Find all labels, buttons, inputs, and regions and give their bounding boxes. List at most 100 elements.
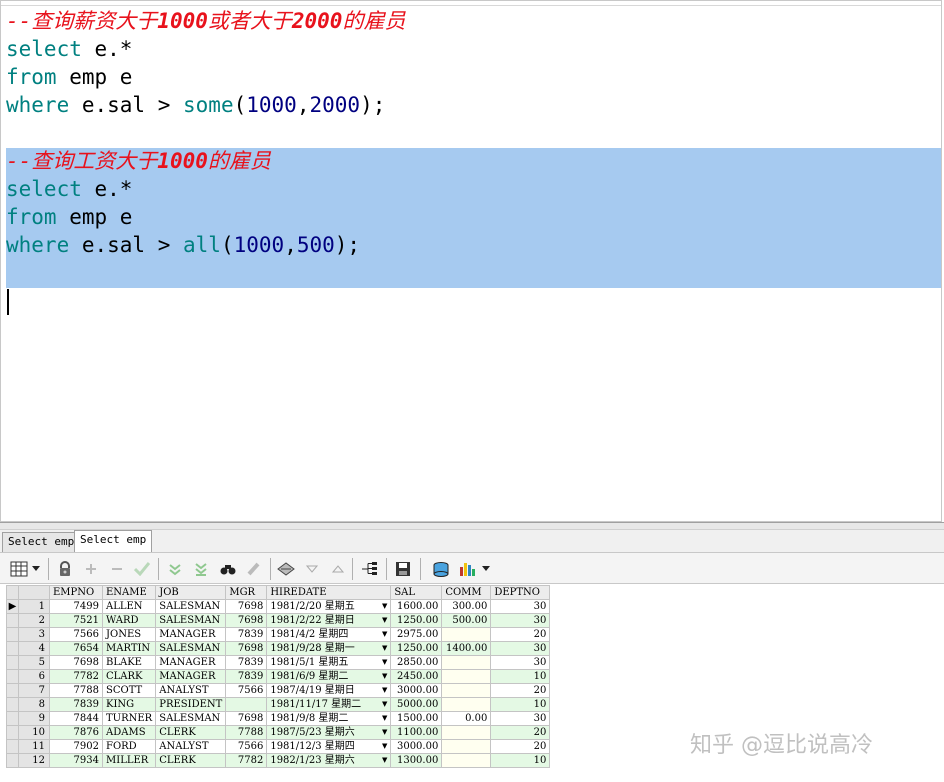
cell-job[interactable]: MANAGER [155,655,227,670]
cell-empno[interactable]: 7566 [49,627,103,642]
cell-mgr[interactable]: 7698 [225,641,268,656]
filter-icon[interactable] [277,560,295,578]
cell-deptno[interactable]: 30 [490,641,551,656]
cell-deptno[interactable]: 10 [490,669,551,684]
chevron-down-icon[interactable]: ▼ [382,671,387,683]
cell-ename[interactable]: ALLEN [101,599,157,614]
cell-ename[interactable]: ADAMS [101,725,157,740]
row-number[interactable]: 1 [18,599,50,614]
cell-sal[interactable]: 1100.00 [390,725,443,740]
cell-hiredate[interactable]: 1987/4/19 星期日 ▼ [266,683,392,698]
chevron-down-icon[interactable]: ▼ [382,643,387,655]
cell-mgr[interactable]: 7698 [225,711,268,726]
chevron-down-icon[interactable]: ▼ [382,685,387,697]
cell-ename[interactable]: KING [101,697,157,712]
cell-ename[interactable]: MILLER [101,753,157,768]
cell-mgr[interactable]: 7782 [225,753,268,768]
dropdown-arrow-icon[interactable] [480,560,492,578]
dropdown-arrow-icon[interactable] [30,560,42,578]
table-row[interactable]: 6 7782 CLARK MANAGER 7839 1981/6/9 星期二 ▼ 2450.0… [6,669,551,684]
chevron-down-icon[interactable]: ▼ [382,601,387,613]
tab-select-emp-1[interactable]: Select emp [2,532,81,552]
cell-empno[interactable]: 7839 [49,697,103,712]
cell-sal[interactable]: 1600.00 [390,599,443,614]
cell-deptno[interactable]: 10 [490,753,551,768]
chevron-down-icon[interactable]: ▼ [382,741,387,753]
cell-ename[interactable]: MARTIN [101,641,157,656]
cell-ename[interactable]: FORD [101,739,157,754]
row-number[interactable]: 9 [18,711,50,726]
cell-ename[interactable]: TURNER [101,711,157,726]
cell-mgr[interactable] [225,697,268,712]
cell-sal[interactable]: 2975.00 [390,627,443,642]
chevron-down-icon[interactable]: ▼ [382,727,387,739]
export-icon[interactable] [432,560,450,578]
column-header-mgr[interactable]: MGR [225,585,268,600]
cell-deptno[interactable]: 20 [490,683,551,698]
cell-mgr[interactable]: 7566 [225,683,268,698]
row-number[interactable]: 12 [18,753,50,768]
cell-deptno[interactable]: 20 [490,739,551,754]
cell-hiredate[interactable]: 1981/12/3 星期四 ▼ [266,739,392,754]
cell-job[interactable]: SALESMAN [155,613,227,628]
table-row[interactable]: 7 7788 SCOTT ANALYST 7566 1987/4/19 星期日 ▼ 3000.… [6,683,551,698]
find-icon[interactable] [219,560,237,578]
cell-hiredate[interactable]: 1981/11/17 星期二 ▼ [266,697,392,712]
cell-mgr[interactable]: 7788 [225,725,268,740]
cell-mgr[interactable]: 7698 [225,599,268,614]
cell-deptno[interactable]: 30 [490,599,551,614]
table-row[interactable]: 5 7698 BLAKE MANAGER 7839 1981/5/1 星期五 ▼ 2850.0… [6,655,551,670]
lock-icon[interactable] [56,560,74,578]
cell-sal[interactable]: 1300.00 [390,753,443,768]
table-row[interactable]: 8 7839 KING PRESIDENT 1981/11/17 星期二 ▼ 5000.00… [6,697,551,712]
cell-deptno[interactable]: 10 [490,697,551,712]
cell-hiredate[interactable]: 1981/6/9 星期二 ▼ [266,669,392,684]
row-number[interactable]: 4 [18,641,50,656]
cell-empno[interactable]: 7902 [49,739,103,754]
cell-hiredate[interactable]: 1981/4/2 星期四 ▼ [266,627,392,642]
chevron-down-icon[interactable]: ▼ [382,629,387,641]
cell-hiredate[interactable]: 1981/2/20 星期五 ▼ [266,599,392,614]
cell-empno[interactable]: 7782 [49,669,103,684]
table-row[interactable]: 2 7521 WARD SALESMAN 7698 1981/2/22 星期日 ▼ 1250.… [6,613,551,628]
next-page-icon[interactable] [166,560,184,578]
cell-job[interactable]: CLERK [155,725,227,740]
cell-job[interactable]: PRESIDENT [155,697,227,712]
delete-record-icon[interactable] [108,560,126,578]
chevron-down-icon[interactable]: ▼ [382,657,387,669]
column-header-empno[interactable]: EMPNO [49,585,103,600]
pane-splitter[interactable] [0,522,944,530]
cell-sal[interactable]: 2850.00 [390,655,443,670]
post-check-icon[interactable] [133,560,151,578]
cell-sal[interactable]: 1250.00 [390,641,443,656]
column-header-sal[interactable]: SAL [390,585,443,600]
cell-empno[interactable]: 7934 [49,753,103,768]
cell-comm[interactable] [441,655,492,670]
column-header-ename[interactable]: ENAME [101,585,157,600]
cell-deptno[interactable]: 30 [490,613,551,628]
cell-hiredate[interactable]: 1987/5/23 星期六 ▼ [266,725,392,740]
grid-view-icon[interactable] [10,560,28,578]
save-icon[interactable] [394,560,412,578]
row-number[interactable]: 11 [18,739,50,754]
cell-hiredate[interactable]: 1981/5/1 星期五 ▼ [266,655,392,670]
cell-empno[interactable]: 7844 [49,711,103,726]
column-header-deptno[interactable]: DEPTNO [490,585,551,600]
cell-ename[interactable]: JONES [101,627,157,642]
cell-comm[interactable]: 500.00 [441,613,492,628]
query-tree-icon[interactable] [360,560,378,578]
sort-down-icon[interactable] [303,560,321,578]
table-row[interactable]: 11 7902 FORD ANALYST 7566 1981/12/3 星期四 ▼ 3000.… [6,739,551,754]
cell-job[interactable]: SALESMAN [155,599,227,614]
cell-empno[interactable]: 7499 [49,599,103,614]
cell-comm[interactable] [441,683,492,698]
row-number[interactable]: 10 [18,725,50,740]
sort-up-icon[interactable] [329,560,347,578]
table-row[interactable]: 12 7934 MILLER CLERK 7782 1982/1/23 星期六 ▼ 1300.… [6,753,551,768]
last-page-icon[interactable] [192,560,210,578]
cell-comm[interactable]: 1400.00 [441,641,492,656]
cell-comm[interactable] [441,753,492,768]
cell-hiredate[interactable]: 1982/1/23 星期六 ▼ [266,753,392,768]
cell-deptno[interactable]: 30 [490,655,551,670]
result-grid[interactable]: EMPNO ENAME JOB MGR HIREDATE SAL COMM DE… [6,585,551,768]
